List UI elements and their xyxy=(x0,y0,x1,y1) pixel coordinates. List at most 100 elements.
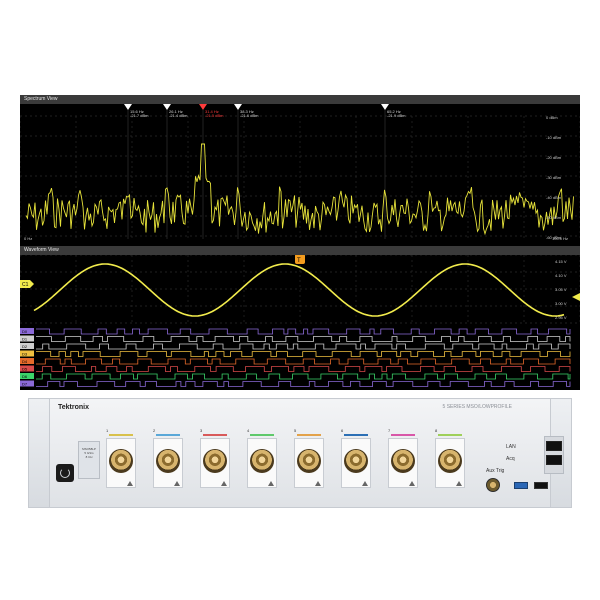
channel-color-bar xyxy=(250,434,274,436)
waveform-plot: T C1 4.15 V 4.10 V 3.05 V 3.00 V 2.95 V D0 D1 D2 D… xyxy=(19,254,581,387)
channel-input-1[interactable]: 1 xyxy=(106,428,136,488)
channel-color-bar xyxy=(203,434,227,436)
digital-channel-label: D6 xyxy=(22,374,28,379)
bnc-connector-icon xyxy=(391,449,415,473)
model-badge: MSO58LP 5 GS/s 8 CH xyxy=(78,441,100,479)
marker-level: -21.7 dBm xyxy=(130,113,149,118)
spectrum-view-title: Spectrum View xyxy=(20,95,580,104)
warning-triangle-icon xyxy=(268,481,274,486)
spectrum-y-tick: -40 dBm xyxy=(546,195,562,200)
warning-triangle-icon xyxy=(456,481,462,486)
digital-trace xyxy=(36,358,571,365)
digital-trace xyxy=(36,366,571,372)
level-marker-icon xyxy=(572,293,580,301)
digital-trace xyxy=(36,373,571,380)
spectrum-x-start: 0 Hz xyxy=(24,236,32,241)
bnc-connector-icon xyxy=(203,449,227,473)
channel-color-bar xyxy=(391,434,415,436)
spectrum-x-end: 100.0 Hz xyxy=(552,236,568,241)
waveform-y-tick: 4.10 V xyxy=(555,273,567,278)
brand-logo: Tektronix xyxy=(58,404,89,411)
spectrum-plot: 15.6 Hz-21.7 dBm26.1 Hz-21.4 dBm31.4 Hz-… xyxy=(19,104,581,241)
channel-color-bar xyxy=(438,434,462,436)
waveform-y-tick: 4.15 V xyxy=(555,259,567,264)
channel-number: 2 xyxy=(153,428,156,433)
usb-port[interactable] xyxy=(514,482,528,489)
waveform-view-pane: T C1 4.15 V 4.10 V 3.05 V 3.00 V 2.95 V D0 D1 D2 D… xyxy=(19,254,581,390)
oscilloscope-screen: Spectrum View 15.6 Hz -21.7 dBm 26.1 Hz -21… xyxy=(19,95,581,390)
channel-input-8[interactable]: 8 xyxy=(435,428,465,488)
product-label: 5 SERIES MSO/LOWPROFILE xyxy=(442,404,512,410)
channel-input-3[interactable]: 3 xyxy=(200,428,230,488)
waveform-view-title: Waveform View xyxy=(20,246,580,255)
digital-channel-label: D5 xyxy=(22,367,28,372)
digital-trace xyxy=(36,336,571,342)
digital-channel-label: D4 xyxy=(22,359,28,364)
bnc-connector-icon xyxy=(156,449,180,473)
waveform-y-tick: 3.00 V xyxy=(555,301,567,306)
channel-input-4[interactable]: 4 xyxy=(247,428,277,488)
digital-channel-label: D3 xyxy=(22,352,28,357)
aux-trig-bnc[interactable] xyxy=(486,478,500,492)
warning-triangle-icon xyxy=(127,481,133,486)
channel-input-6[interactable]: 6 xyxy=(341,428,371,488)
channel-color-bar xyxy=(156,434,180,436)
trigger-label: T xyxy=(297,258,301,264)
marker-level: -21.6 dBm xyxy=(240,113,259,118)
digital-trace xyxy=(36,381,571,387)
channel-number: 1 xyxy=(106,428,109,433)
io-port-block xyxy=(544,436,564,474)
bnc-connector-icon xyxy=(344,449,368,473)
bnc-connector-icon xyxy=(297,449,321,473)
warning-triangle-icon xyxy=(174,481,180,486)
channel-number: 3 xyxy=(200,428,203,433)
analog-channel-label: C1 xyxy=(22,282,29,288)
analog-waveform-trace xyxy=(33,263,565,317)
waveform-y-tick: 3.05 V xyxy=(555,287,567,292)
digital-channel-label: D7 xyxy=(22,382,28,387)
waveform-y-tick: 2.95 V xyxy=(555,315,567,320)
channel-number: 7 xyxy=(388,428,391,433)
warning-triangle-icon xyxy=(362,481,368,486)
bnc-connector-icon xyxy=(109,449,133,473)
spectrum-view-pane: 15.6 Hz -21.7 dBm 26.1 Hz -21.4 dBm 31.4 Hz -… xyxy=(19,104,581,244)
spectrum-y-tick: -20 dBm xyxy=(546,155,562,160)
rack-ear-left xyxy=(28,398,50,508)
mso-rack-instrument: Tektronix 5 SERIES MSO/LOWPROFILE MSO58L… xyxy=(28,398,572,508)
channel-number: 8 xyxy=(435,428,438,433)
power-button[interactable] xyxy=(56,464,74,482)
digital-channel-label: D1 xyxy=(22,337,28,342)
bnc-connector-icon xyxy=(438,449,462,473)
warning-triangle-icon xyxy=(315,481,321,486)
digital-channel-label: D0 xyxy=(22,329,28,334)
channel-number: 5 xyxy=(294,428,297,433)
bnc-connector-icon xyxy=(250,449,274,473)
channel-color-bar xyxy=(109,434,133,436)
acq-label: Acq xyxy=(506,456,515,462)
digital-trace xyxy=(36,328,571,335)
channel-number: 6 xyxy=(341,428,344,433)
spectrum-y-tick: 0 dBm xyxy=(546,115,558,120)
channel-input-2[interactable]: 2 xyxy=(153,428,183,488)
channel-input-7[interactable]: 7 xyxy=(388,428,418,488)
marker-level: -21.5 dBm xyxy=(205,113,224,118)
badge-line: 8 CH xyxy=(85,455,93,459)
lan-label: LAN xyxy=(506,444,516,450)
power-icon xyxy=(60,468,70,478)
channel-input-5[interactable]: 5 xyxy=(294,428,324,488)
spectrum-y-tick: -10 dBm xyxy=(546,135,562,140)
marker-level: -21.9 dBm xyxy=(387,113,406,118)
channel-color-bar xyxy=(297,434,321,436)
digital-channel-label: D2 xyxy=(22,344,28,349)
aux-trig-label: Aux Trig xyxy=(486,468,505,474)
warning-triangle-icon xyxy=(409,481,415,486)
spectrum-y-tick: -50 dBm xyxy=(546,215,562,220)
channel-number: 4 xyxy=(247,428,250,433)
marker-level: -21.4 dBm xyxy=(169,113,188,118)
digital-trace xyxy=(36,351,571,357)
usb-port[interactable] xyxy=(534,482,548,489)
spectrum-y-tick: -30 dBm xyxy=(546,175,562,180)
acq-port[interactable] xyxy=(546,455,562,465)
warning-triangle-icon xyxy=(221,481,227,486)
lan-port[interactable] xyxy=(546,441,562,451)
